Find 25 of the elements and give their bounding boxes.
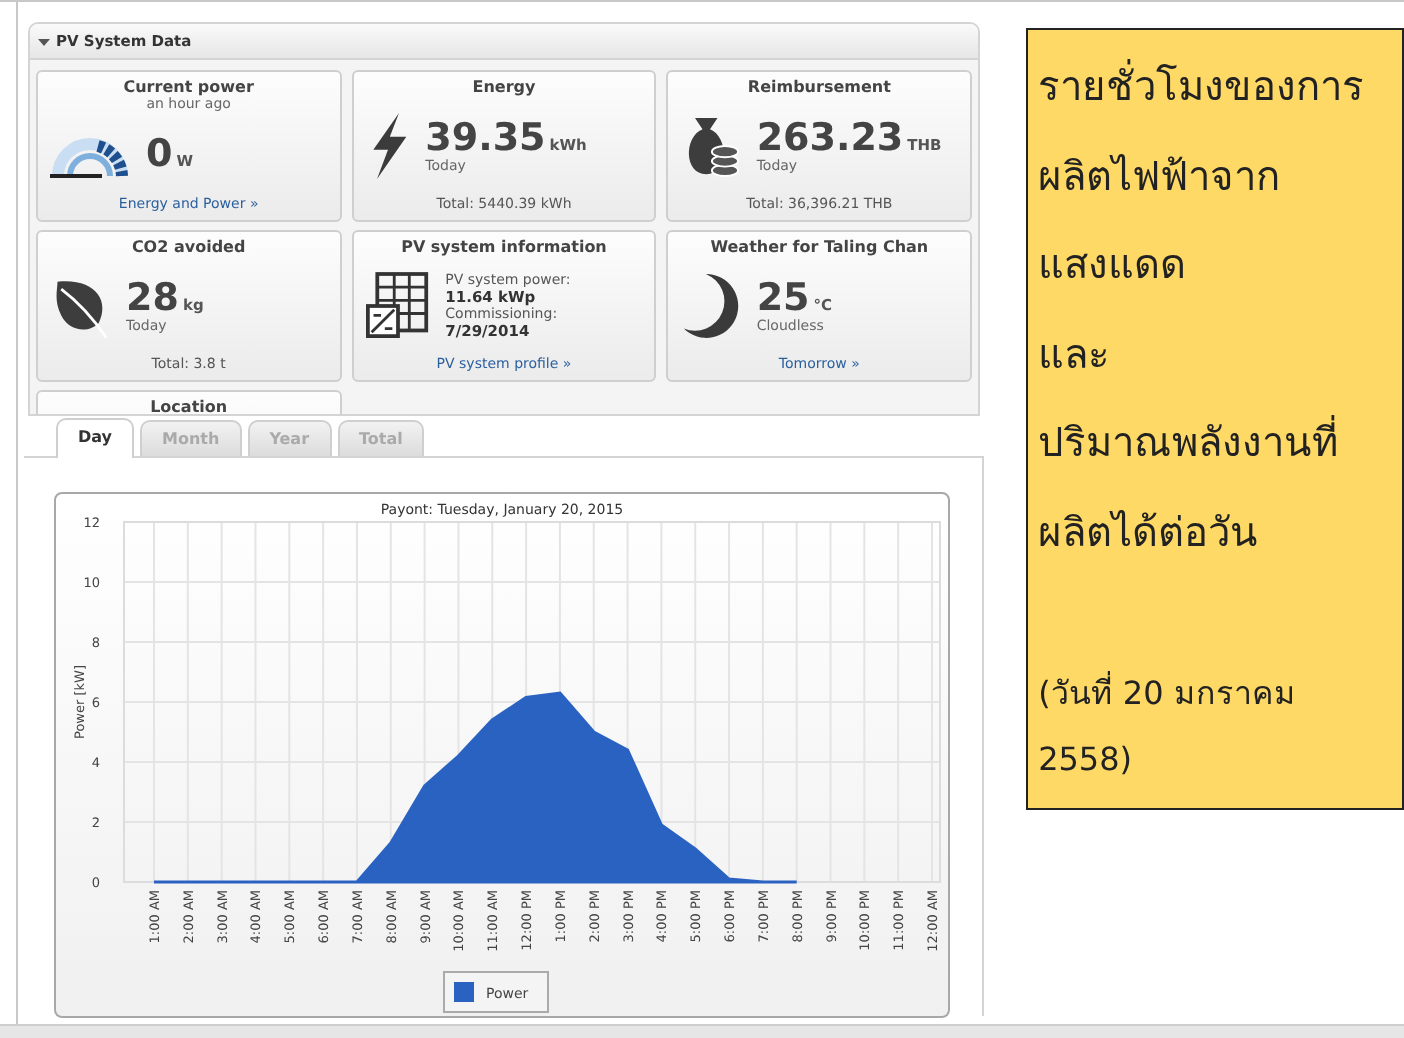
card-value: 25 [756,278,810,318]
card-title: CO2 avoided [131,238,246,256]
card-title: PV system information [401,238,607,256]
chart-tab[interactable]: Day [56,418,135,458]
caption-line: ผลิตไฟฟ้าจาก [1038,149,1283,203]
card-title: Weather for Taling Chan [710,238,929,256]
caption-line: แสงแดด [1038,238,1189,292]
caption-line: ปริมาณพลังงานที่ [1038,413,1341,470]
moon-icon [680,272,741,340]
caption-line: รายชั่วโมงของการ [1038,57,1367,114]
card-title: Reimbursement [747,78,891,96]
card-title: Energy [472,78,536,96]
card-value: 263.23 [756,118,904,158]
caption-line: และ [1038,327,1113,381]
collapse-icon[interactable] [38,35,50,47]
date-note: (วันที่ 20 มกราคม 2558) [1038,669,1298,782]
solar-panel-icon [365,272,430,340]
legend-swatch [454,982,474,1002]
legend [443,971,549,1013]
caption-line: ผลิตได้ต่อวัน [1038,505,1261,559]
card-value: 39.35 [425,118,546,158]
card-value: 28 [126,278,179,318]
card-title: Current power [123,78,254,96]
card-value: 0 [146,134,173,174]
card-title: Location [150,398,228,414]
